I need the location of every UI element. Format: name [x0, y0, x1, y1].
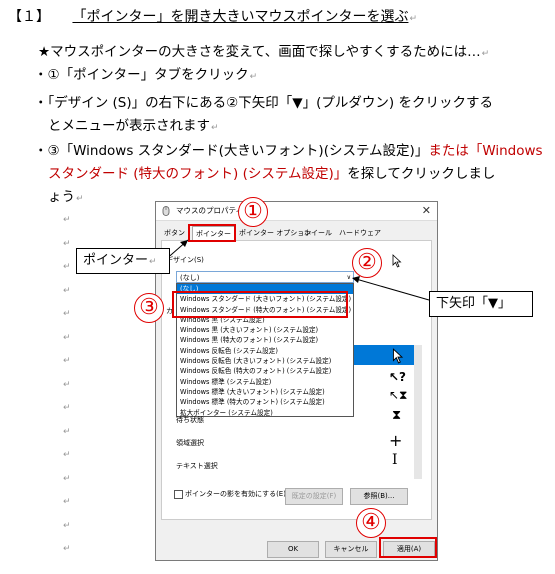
callout-arrows [163, 239, 430, 301]
arrow-callout: 下矢印「▼」 [429, 291, 533, 317]
pointer-callout: ポインター↵ [76, 248, 170, 274]
